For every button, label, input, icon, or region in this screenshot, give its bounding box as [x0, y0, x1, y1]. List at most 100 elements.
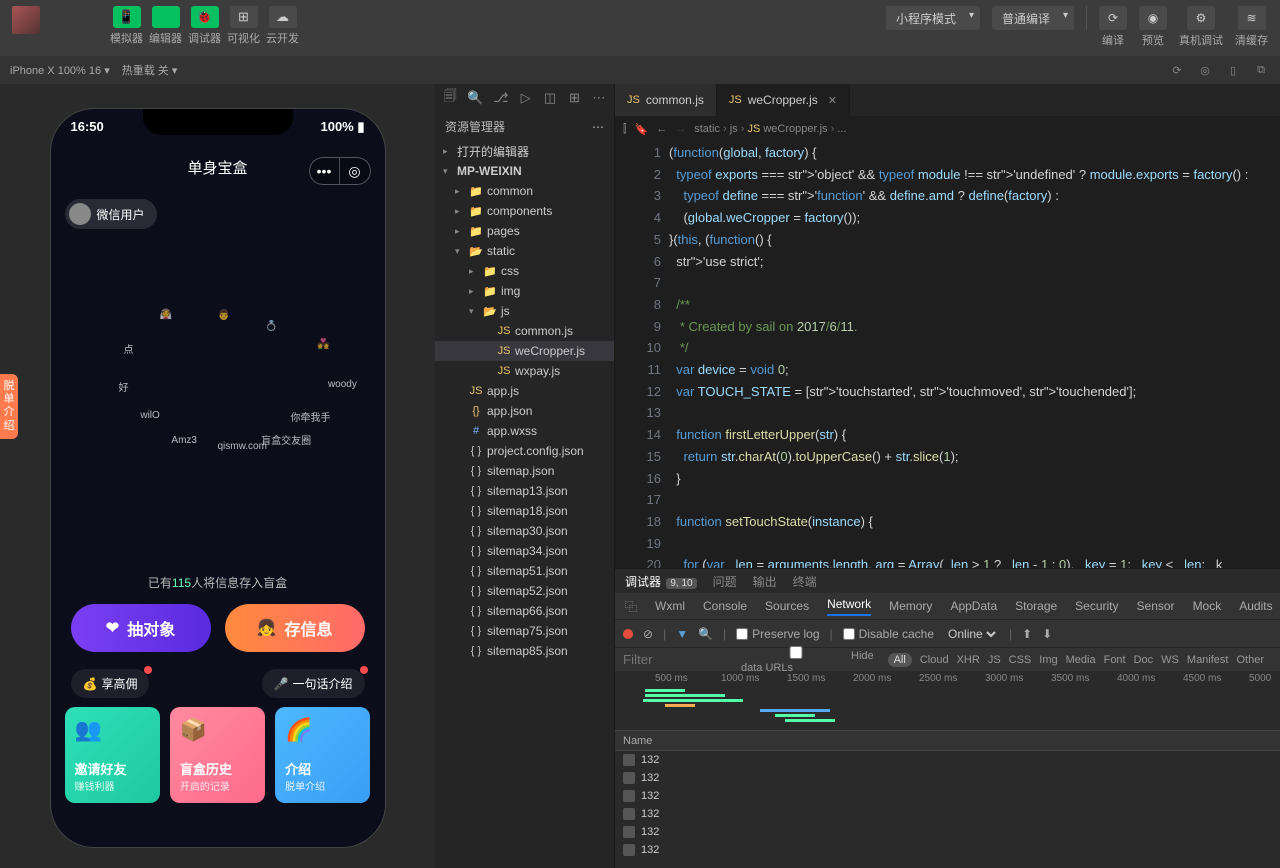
- devtools-subtab[interactable]: Audits: [1239, 599, 1272, 613]
- sphere-tag[interactable]: qismw.com: [218, 441, 267, 452]
- save-button[interactable]: 👧 存信息: [225, 604, 365, 652]
- sphere-tag[interactable]: 👰: [160, 309, 172, 320]
- filter-chip[interactable]: Other: [1236, 654, 1264, 666]
- draw-button[interactable]: ❤ 抽对象: [71, 604, 211, 652]
- devtools-tab[interactable]: 问题: [713, 573, 737, 590]
- phone-icon[interactable]: ▯: [1224, 61, 1242, 79]
- tree-item[interactable]: ▸📁pages: [435, 221, 614, 241]
- network-row[interactable]: 132: [615, 823, 1280, 841]
- sphere-tag[interactable]: woody: [328, 379, 357, 390]
- tree-item[interactable]: JSapp.js: [435, 381, 614, 401]
- devtools-subtab[interactable]: Storage: [1015, 599, 1057, 613]
- feature-card[interactable]: 📦盲盒历史开启的记录: [170, 707, 265, 803]
- filter-chip[interactable]: JS: [988, 654, 1001, 666]
- toolbar-icon[interactable]: 📱: [113, 6, 141, 28]
- devtools-subtab[interactable]: Console: [703, 599, 747, 613]
- devtools-tab[interactable]: 终端: [793, 573, 817, 590]
- tree-item[interactable]: ▾📂js: [435, 301, 614, 321]
- breadcrumb-item[interactable]: static: [694, 123, 729, 135]
- sphere-tag[interactable]: 好: [119, 379, 129, 394]
- filter-chip[interactable]: WS: [1161, 654, 1179, 666]
- search-icon[interactable]: 🔍: [467, 90, 483, 106]
- tree-item[interactable]: ▸📁components: [435, 201, 614, 221]
- tree-item[interactable]: { }sitemap66.json: [435, 601, 614, 621]
- code-editor[interactable]: 12345678910111213141516171819202122 (fun…: [615, 142, 1280, 568]
- tree-item[interactable]: ▸📁common: [435, 181, 614, 201]
- compare-icon[interactable]: ⫿: [623, 123, 627, 136]
- filter-chip[interactable]: All: [888, 653, 912, 667]
- intro-pill[interactable]: 🎤 一句话介绍: [262, 669, 365, 698]
- tree-item[interactable]: { }sitemap51.json: [435, 561, 614, 581]
- toolbar-icon[interactable]: ☁: [269, 6, 297, 28]
- capsule-menu[interactable]: ••• ◎: [309, 157, 371, 185]
- branch-icon[interactable]: ⎇: [493, 90, 508, 106]
- filter-icon[interactable]: ▼: [676, 627, 688, 641]
- filter-chip[interactable]: Doc: [1134, 654, 1154, 666]
- inspect-icon[interactable]: ⿻: [625, 598, 637, 615]
- name-column-header[interactable]: Name: [623, 735, 652, 747]
- filter-chip[interactable]: Manifest: [1187, 654, 1229, 666]
- toolbar-icon[interactable]: [152, 6, 180, 28]
- hotreload-select[interactable]: 热重载 关 ▾: [122, 62, 178, 78]
- ext2-icon[interactable]: ⊞: [567, 90, 581, 106]
- ext3-icon[interactable]: ⋯: [592, 90, 606, 106]
- refresh-icon[interactable]: ⟳: [1168, 61, 1186, 79]
- files-icon[interactable]: 🗐: [443, 90, 457, 106]
- toolbar-icon[interactable]: ⊞: [230, 6, 258, 28]
- devtools-subtab[interactable]: Wxml: [655, 599, 685, 613]
- editor-tab[interactable]: JScommon.js: [615, 84, 717, 116]
- sphere-tag[interactable]: 盲盒交友圈: [261, 432, 311, 447]
- sphere-tag[interactable]: 👨: [218, 310, 230, 321]
- sphere-tag[interactable]: 点: [124, 341, 134, 356]
- user-avatar[interactable]: [12, 6, 40, 34]
- tree-item[interactable]: { }sitemap34.json: [435, 541, 614, 561]
- tree-item[interactable]: { }sitemap85.json: [435, 641, 614, 661]
- devtools-subtab[interactable]: Network: [827, 597, 871, 616]
- filter-chip[interactable]: Font: [1104, 654, 1126, 666]
- menu-icon[interactable]: •••: [310, 158, 340, 184]
- sphere-tag[interactable]: 💍: [265, 321, 277, 332]
- filter-input[interactable]: [623, 652, 733, 667]
- sphere-tag[interactable]: Amz3: [171, 435, 197, 446]
- tree-item[interactable]: { }sitemap18.json: [435, 501, 614, 521]
- sphere-tag[interactable]: 你牵我手: [290, 409, 330, 424]
- preview-button[interactable]: ◉: [1139, 6, 1167, 30]
- editor-tab[interactable]: JSweCropper.js✕: [717, 84, 850, 116]
- devtools-subtab[interactable]: Sensor: [1137, 599, 1175, 613]
- tree-item[interactable]: {}app.json: [435, 401, 614, 421]
- back-icon[interactable]: ←: [656, 123, 667, 135]
- tree-item[interactable]: JSwxpay.js: [435, 361, 614, 381]
- debug-icon[interactable]: ▷: [518, 90, 532, 106]
- devtools-subtab[interactable]: Mock: [1193, 599, 1222, 613]
- filter-chip[interactable]: CSS: [1009, 654, 1032, 666]
- clear-icon[interactable]: ⊘: [643, 627, 653, 641]
- compile-select[interactable]: 普通编译: [992, 6, 1074, 30]
- tree-item[interactable]: JSweCropper.js: [435, 341, 614, 361]
- record-icon[interactable]: ◎: [1196, 61, 1214, 79]
- search-icon[interactable]: 🔍: [698, 627, 713, 641]
- filter-chip[interactable]: Media: [1066, 654, 1096, 666]
- clear-cache-button[interactable]: ≋: [1238, 6, 1266, 30]
- bookmark-icon[interactable]: 🔖: [635, 123, 649, 136]
- close-tab-icon[interactable]: ✕: [828, 94, 837, 107]
- feature-card[interactable]: 🌈介绍脱单介绍: [275, 707, 370, 803]
- download-icon[interactable]: ⬇: [1042, 627, 1052, 641]
- network-row[interactable]: 132: [615, 841, 1280, 859]
- upload-icon[interactable]: ⬆: [1022, 627, 1032, 641]
- devtools-subtab[interactable]: Sources: [765, 599, 809, 613]
- forward-icon[interactable]: →: [675, 123, 686, 135]
- tree-item[interactable]: { }sitemap13.json: [435, 481, 614, 501]
- feature-card[interactable]: 👥邀请好友赚钱利器: [65, 707, 160, 803]
- mode-select[interactable]: 小程序模式: [886, 6, 980, 30]
- tree-item[interactable]: { }sitemap52.json: [435, 581, 614, 601]
- tree-item[interactable]: ▾📂static: [435, 241, 614, 261]
- close-icon[interactable]: ◎: [340, 158, 370, 184]
- sphere-tag[interactable]: wilO: [140, 410, 159, 421]
- tree-item[interactable]: ▸📁css: [435, 261, 614, 281]
- network-row[interactable]: 132: [615, 787, 1280, 805]
- compile-button[interactable]: ⟳: [1099, 6, 1127, 30]
- network-row[interactable]: 132: [615, 769, 1280, 787]
- devtools-subtab[interactable]: Memory: [889, 599, 932, 613]
- filter-chip[interactable]: XHR: [957, 654, 980, 666]
- user-pill[interactable]: 微信用户: [65, 199, 157, 229]
